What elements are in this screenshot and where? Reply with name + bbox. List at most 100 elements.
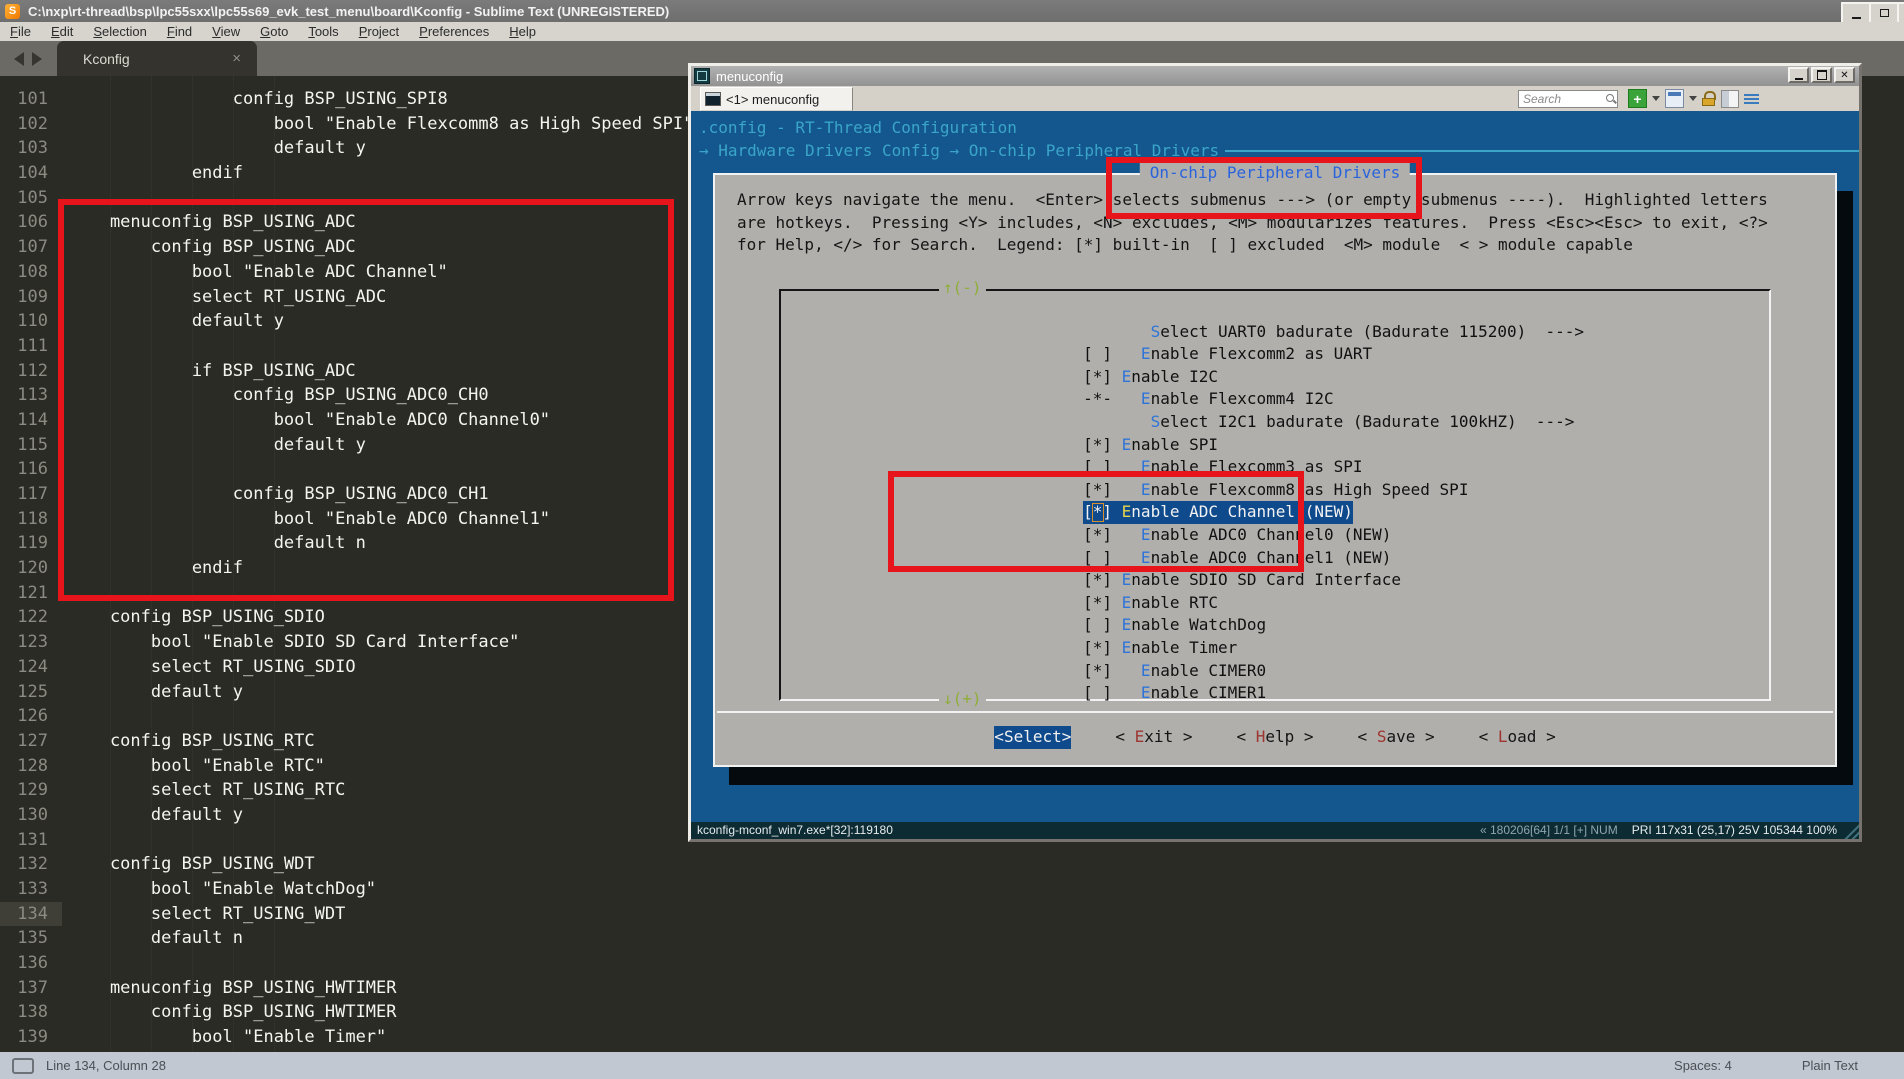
- line-number: 123: [0, 630, 62, 655]
- line-number: 127: [0, 729, 62, 754]
- line-number: 122: [0, 605, 62, 630]
- minimize-icon: [1795, 78, 1803, 80]
- console-icon: [705, 92, 721, 106]
- sublime-app-icon: S: [5, 4, 20, 19]
- button-hotkey-letter: S: [1377, 727, 1387, 746]
- line-number: 130: [0, 803, 62, 828]
- line-number: 124: [0, 655, 62, 680]
- line-number: 134: [0, 902, 62, 927]
- conemu-app-icon: [694, 68, 710, 84]
- code-text: bool "Enable SDIO SD Card Interface": [69, 630, 519, 655]
- syntax-setting[interactable]: Plain Text: [1802, 1058, 1858, 1073]
- code-text: default y: [69, 136, 366, 161]
- hotkey-letter: E: [1122, 593, 1132, 612]
- terminal-close-button[interactable]: ✕: [1834, 67, 1855, 83]
- hotkey-letter: E: [1122, 615, 1132, 634]
- new-console-dropdown-icon[interactable]: [1652, 96, 1660, 101]
- tab-nav-right-icon[interactable]: [32, 52, 42, 66]
- menu-item[interactable]: Goto: [250, 24, 298, 39]
- menu-item[interactable]: Edit: [41, 24, 83, 39]
- menu-item[interactable]: Preferences: [409, 24, 499, 39]
- menu-item[interactable]: Find: [157, 24, 202, 39]
- hotkey-letter: E: [1122, 435, 1132, 454]
- tab-nav-left-icon[interactable]: [14, 52, 24, 66]
- hamburger-menu-icon[interactable]: [1744, 94, 1759, 104]
- maximize-icon: [1817, 70, 1827, 80]
- scroll-up-indicator[interactable]: ↑(-): [939, 277, 986, 300]
- process-info: kconfig-mconf_win7.exe*[32]:119180: [697, 819, 893, 842]
- annotation-box-dialog-title: [1106, 157, 1422, 219]
- sublime-menu-bar: FileEditSelectionFindViewGotoToolsProjec…: [0, 22, 1904, 41]
- panes-icon[interactable]: [1721, 90, 1739, 108]
- line-number: 128: [0, 754, 62, 779]
- code-text: bool "Enable WatchDog": [69, 877, 376, 902]
- scroll-down-indicator[interactable]: ↓(+): [939, 688, 986, 711]
- code-text: default y: [69, 803, 243, 828]
- breadcrumb-rule: [1225, 150, 1859, 152]
- code-text: default y: [69, 680, 243, 705]
- menu-item[interactable]: Help: [499, 24, 546, 39]
- editor-line: 139 bool "Enable Timer": [0, 1025, 1904, 1050]
- line-number: 107: [0, 235, 62, 260]
- dialog-button[interactable]: < Load >: [1479, 726, 1556, 749]
- new-console-button[interactable]: +: [1628, 89, 1647, 108]
- menu-entry[interactable]: Select UART0 badurate (Badurate 115200) …: [929, 298, 1769, 321]
- button-hotkey-letter: H: [1256, 727, 1266, 746]
- terminal-tab-label: <1> menuconfig: [726, 92, 819, 107]
- code-text: bool "Enable RTC": [69, 754, 325, 779]
- dialog-button[interactable]: < Save >: [1358, 726, 1435, 749]
- terminal-maximize-button[interactable]: [1811, 67, 1832, 83]
- tab-kconfig[interactable]: Kconfig ×: [57, 41, 257, 76]
- hotkey-letter: E: [1122, 570, 1132, 589]
- line-number: 105: [0, 186, 62, 211]
- editor-line: 134 select RT_USING_WDT: [0, 902, 1904, 927]
- code-text: select RT_USING_SDIO: [69, 655, 356, 680]
- config-header: .config - RT-Thread Configuration: [699, 117, 1017, 140]
- editor-line: 136: [0, 951, 1904, 976]
- lock-icon[interactable]: [1702, 90, 1716, 107]
- hotkey-letter: E: [1122, 367, 1132, 386]
- terminal-toolbar: <1> menuconfig +: [691, 86, 1859, 111]
- tab-close-icon[interactable]: ×: [232, 50, 241, 67]
- editor-line: 135 default n: [0, 926, 1904, 951]
- screen: S C:\nxp\rt-thread\bsp\lpc55sxx\lpc55s69…: [0, 0, 1904, 1079]
- console-indicator-icon[interactable]: [12, 1058, 34, 1074]
- button-hotkey-letter: S: [1004, 727, 1014, 746]
- close-button[interactable]: ✕: [1897, 2, 1904, 24]
- dialog-button[interactable]: < Help >: [1236, 726, 1313, 749]
- editor-line: 137 menuconfig BSP_USING_HWTIMER: [0, 976, 1904, 1001]
- line-number: 132: [0, 852, 62, 877]
- line-number: 114: [0, 408, 62, 433]
- hotkey-letter: E: [1141, 344, 1151, 363]
- hotkey-letter: S: [1151, 322, 1161, 341]
- dialog-button[interactable]: < Exit >: [1115, 726, 1192, 749]
- line-number: 121: [0, 581, 62, 606]
- editor-line: 138 config BSP_USING_HWTIMER: [0, 1000, 1904, 1025]
- code-text: config BSP_USING_SPI8: [69, 87, 448, 112]
- line-number: 138: [0, 1000, 62, 1025]
- dialog-button[interactable]: <Select>: [994, 726, 1071, 749]
- cursor-position: Line 134, Column 28: [46, 1058, 166, 1073]
- terminal-tab[interactable]: <1> menuconfig: [700, 87, 853, 111]
- restore-button[interactable]: [1869, 2, 1899, 24]
- line-number: 133: [0, 877, 62, 902]
- menu-item[interactable]: Project: [349, 24, 409, 39]
- menu-item[interactable]: File: [0, 24, 41, 39]
- minimize-button[interactable]: [1841, 2, 1871, 24]
- menu-item[interactable]: View: [202, 24, 250, 39]
- search-input[interactable]: [1518, 90, 1618, 108]
- menu-item[interactable]: Selection: [83, 24, 156, 39]
- line-number: 116: [0, 457, 62, 482]
- indentation-setting[interactable]: Spaces: 4: [1674, 1058, 1732, 1073]
- menu-item[interactable]: Tools: [298, 24, 348, 39]
- annotation-box-adc-code: [58, 199, 674, 601]
- code-text: endif: [69, 161, 243, 186]
- code-text: config BSP_USING_SDIO: [69, 605, 325, 630]
- window-mode-button[interactable]: [1665, 89, 1684, 108]
- line-number: 113: [0, 383, 62, 408]
- resize-grip[interactable]: [1843, 822, 1859, 839]
- status-console-info: PRI 117x31 (25,17) 25V 105344 100%: [1632, 819, 1837, 842]
- terminal-minimize-button[interactable]: [1788, 67, 1809, 83]
- code-text: default n: [69, 926, 243, 951]
- window-mode-dropdown-icon[interactable]: [1689, 96, 1697, 101]
